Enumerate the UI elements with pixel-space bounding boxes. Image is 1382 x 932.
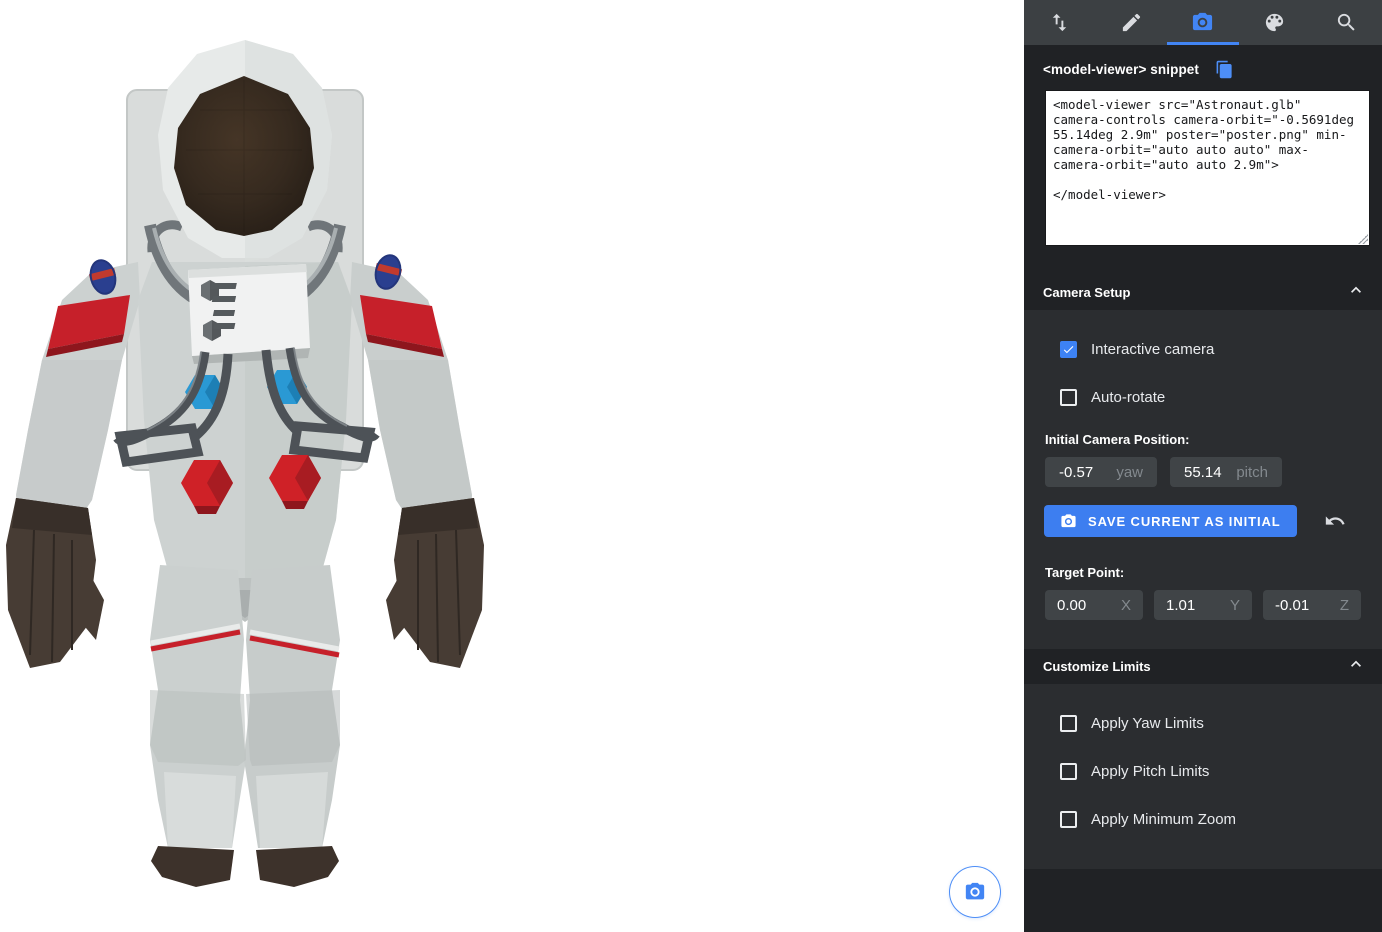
- palette-icon: [1263, 11, 1286, 34]
- auto-rotate-label: Auto-rotate: [1091, 389, 1165, 406]
- interactive-camera-checkbox[interactable]: [1060, 341, 1077, 358]
- customize-limits-section: Apply Yaw Limits Apply Pitch Limits Appl…: [1024, 684, 1382, 869]
- apply-minimum-zoom-checkbox[interactable]: [1060, 811, 1077, 828]
- target-z-value: -0.01: [1275, 597, 1309, 614]
- search-icon: [1335, 11, 1358, 34]
- save-button-label: SAVE CURRENT AS INITIAL: [1088, 514, 1281, 529]
- customize-limits-header[interactable]: Customize Limits: [1024, 649, 1382, 684]
- target-y-suffix: Y: [1230, 597, 1240, 614]
- yaw-suffix: yaw: [1116, 464, 1143, 481]
- swap-vert-icon: [1048, 11, 1071, 34]
- camera-icon: [1191, 11, 1214, 34]
- apply-minimum-zoom-label: Apply Minimum Zoom: [1091, 811, 1236, 828]
- pitch-suffix: pitch: [1236, 464, 1268, 481]
- target-point-label: Target Point:: [1045, 565, 1382, 580]
- revert-initial-camera-button[interactable]: [1324, 510, 1346, 532]
- tab-inspector[interactable]: [1310, 0, 1382, 45]
- apply-pitch-limits-checkbox[interactable]: [1060, 763, 1077, 780]
- camera-icon: [1060, 513, 1077, 530]
- yaw-field[interactable]: -0.57 yaw: [1045, 457, 1157, 487]
- save-current-as-initial-button[interactable]: SAVE CURRENT AS INITIAL: [1044, 505, 1297, 537]
- copy-icon: [1215, 60, 1234, 79]
- copy-snippet-button[interactable]: [1215, 60, 1234, 79]
- target-x-suffix: X: [1121, 597, 1131, 614]
- apply-yaw-limits-row[interactable]: Apply Yaw Limits: [1060, 712, 1382, 734]
- snippet-code-textarea[interactable]: <model-viewer src="Astronaut.glb" camera…: [1045, 90, 1370, 246]
- model-viewport[interactable]: [0, 0, 1024, 932]
- chevron-up-icon: [1346, 654, 1366, 679]
- snippet-title: <model-viewer> snippet: [1043, 62, 1199, 77]
- edit-pencil-icon: [1120, 11, 1143, 34]
- apply-pitch-limits-row[interactable]: Apply Pitch Limits: [1060, 760, 1382, 782]
- auto-rotate-checkbox-row[interactable]: Auto-rotate: [1060, 386, 1382, 408]
- apply-yaw-limits-checkbox[interactable]: [1060, 715, 1077, 732]
- apply-minimum-zoom-row[interactable]: Apply Minimum Zoom: [1060, 808, 1382, 830]
- target-y-value: 1.01: [1166, 597, 1195, 614]
- camera-setup-header[interactable]: Camera Setup: [1024, 275, 1382, 310]
- chevron-up-icon: [1346, 280, 1366, 305]
- target-z-field[interactable]: -0.01 Z: [1263, 590, 1361, 620]
- camera-setup-section: Interactive camera Auto-rotate Initial C…: [1024, 310, 1382, 649]
- interactive-camera-label: Interactive camera: [1091, 341, 1214, 358]
- yaw-value: -0.57: [1059, 464, 1093, 481]
- auto-rotate-checkbox[interactable]: [1060, 389, 1077, 406]
- interactive-camera-checkbox-row[interactable]: Interactive camera: [1060, 338, 1382, 360]
- target-z-suffix: Z: [1340, 597, 1349, 614]
- check-icon: [1062, 342, 1075, 357]
- tab-edit[interactable]: [1096, 0, 1168, 45]
- editor-panel: <model-viewer> snippet <model-viewer src…: [1024, 0, 1382, 932]
- apply-yaw-limits-label: Apply Yaw Limits: [1091, 715, 1204, 732]
- astronaut-model: [0, 0, 1024, 932]
- tab-camera[interactable]: [1167, 0, 1239, 45]
- tab-file-import-export[interactable]: [1024, 0, 1096, 45]
- initial-camera-position-label: Initial Camera Position:: [1045, 432, 1382, 447]
- undo-icon: [1324, 510, 1346, 532]
- camera-setup-title: Camera Setup: [1043, 285, 1130, 300]
- target-x-value: 0.00: [1057, 597, 1086, 614]
- pitch-field[interactable]: 55.14 pitch: [1170, 457, 1282, 487]
- target-y-field[interactable]: 1.01 Y: [1154, 590, 1252, 620]
- customize-limits-title: Customize Limits: [1043, 659, 1151, 674]
- apply-pitch-limits-label: Apply Pitch Limits: [1091, 763, 1209, 780]
- target-x-field[interactable]: 0.00 X: [1045, 590, 1143, 620]
- capture-camera-fab[interactable]: [949, 866, 1001, 918]
- camera-icon: [964, 881, 986, 903]
- pitch-value: 55.14: [1184, 464, 1222, 481]
- panel-toolbar: [1024, 0, 1382, 45]
- tab-materials[interactable]: [1239, 0, 1311, 45]
